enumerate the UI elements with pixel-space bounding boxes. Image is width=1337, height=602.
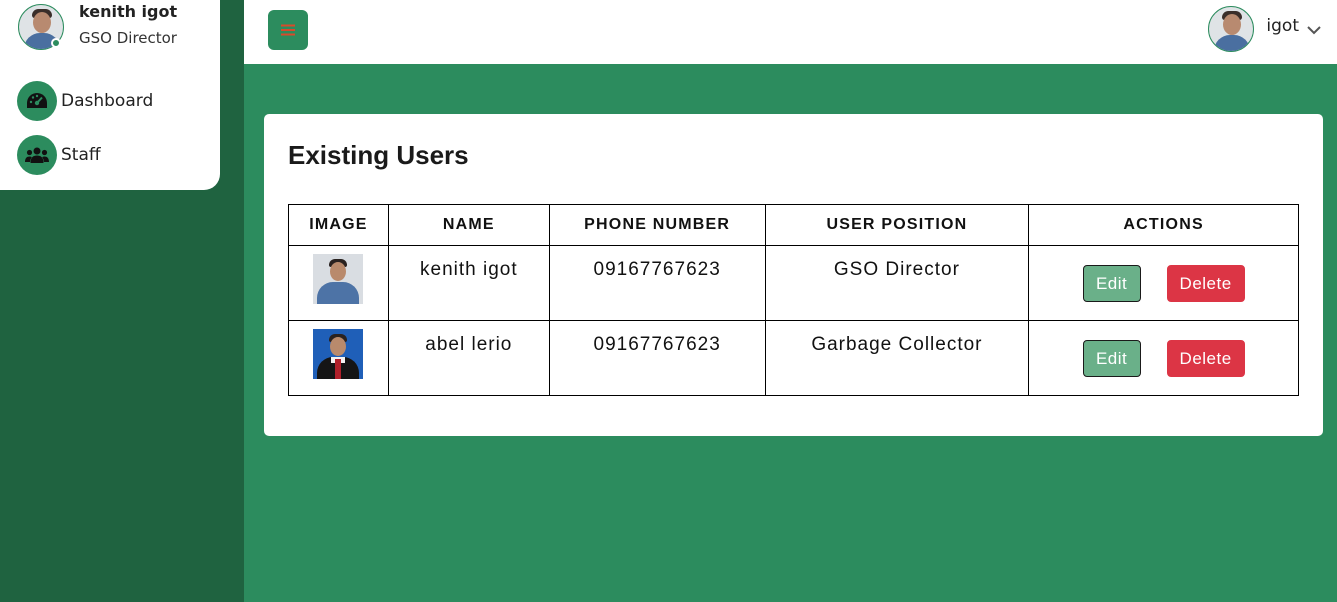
delete-button[interactable]: Delete: [1166, 339, 1245, 377]
sidebar-item-label: Staff: [61, 145, 101, 165]
sidebar: kenith igot GSO Director Dashboard Staff: [0, 0, 244, 602]
name-cell: kenith igot: [387, 245, 550, 321]
chevron-down-icon: [1307, 25, 1321, 34]
delete-button[interactable]: Delete: [1166, 264, 1245, 302]
sidebar-card: kenith igot GSO Director Dashboard Staff: [0, 0, 220, 190]
users-icon: [17, 135, 57, 175]
profile-name: kenith igot: [79, 2, 178, 21]
table-header-row: IMAGE NAME PHONE NUMBER USER POSITION AC…: [288, 204, 1299, 246]
hamburger-icon: [281, 24, 295, 36]
phone-cell: 09167767623: [548, 320, 766, 396]
table-row: abel lerio 09167767623 Garbage Collector…: [288, 320, 1299, 396]
column-header-image: IMAGE: [288, 204, 389, 246]
avatar: [1208, 6, 1255, 52]
table-row: kenith igot 09167767623 GSO Director Edi…: [288, 245, 1299, 321]
column-header-phone: PHONE NUMBER: [548, 204, 766, 246]
column-header-name: NAME: [387, 204, 550, 246]
header-user-name: igot: [1266, 16, 1299, 36]
user-menu-dropdown[interactable]: igot: [1208, 6, 1321, 52]
online-status-dot: [51, 38, 61, 48]
name-cell: abel lerio: [387, 320, 550, 396]
edit-button[interactable]: Edit: [1082, 339, 1141, 377]
menu-toggle-button[interactable]: [268, 10, 308, 50]
actions-cell: Edit Delete: [1028, 320, 1299, 396]
sidebar-item-label: Dashboard: [61, 91, 154, 111]
user-photo: [313, 329, 364, 379]
sidebar-item-staff[interactable]: Staff: [17, 135, 101, 175]
column-header-actions: ACTIONS: [1028, 204, 1299, 246]
users-table: IMAGE NAME PHONE NUMBER USER POSITION AC…: [288, 204, 1299, 396]
top-header: igot: [244, 0, 1337, 64]
page-title: Existing Users: [288, 140, 469, 170]
existing-users-card: Existing Users IMAGE NAME PHONE NUMBER U…: [264, 114, 1323, 436]
position-cell: Garbage Collector: [764, 320, 1030, 396]
user-photo: [313, 254, 364, 304]
actions-cell: Edit Delete: [1028, 245, 1299, 321]
profile-role: GSO Director: [79, 29, 177, 47]
phone-cell: 09167767623: [548, 245, 766, 321]
image-cell: [288, 245, 389, 321]
sidebar-item-dashboard[interactable]: Dashboard: [17, 81, 153, 121]
column-header-position: USER POSITION: [764, 204, 1030, 246]
edit-button[interactable]: Edit: [1082, 264, 1141, 302]
position-cell: GSO Director: [764, 245, 1030, 321]
image-cell: [288, 320, 389, 396]
speedometer-icon: [17, 81, 57, 121]
